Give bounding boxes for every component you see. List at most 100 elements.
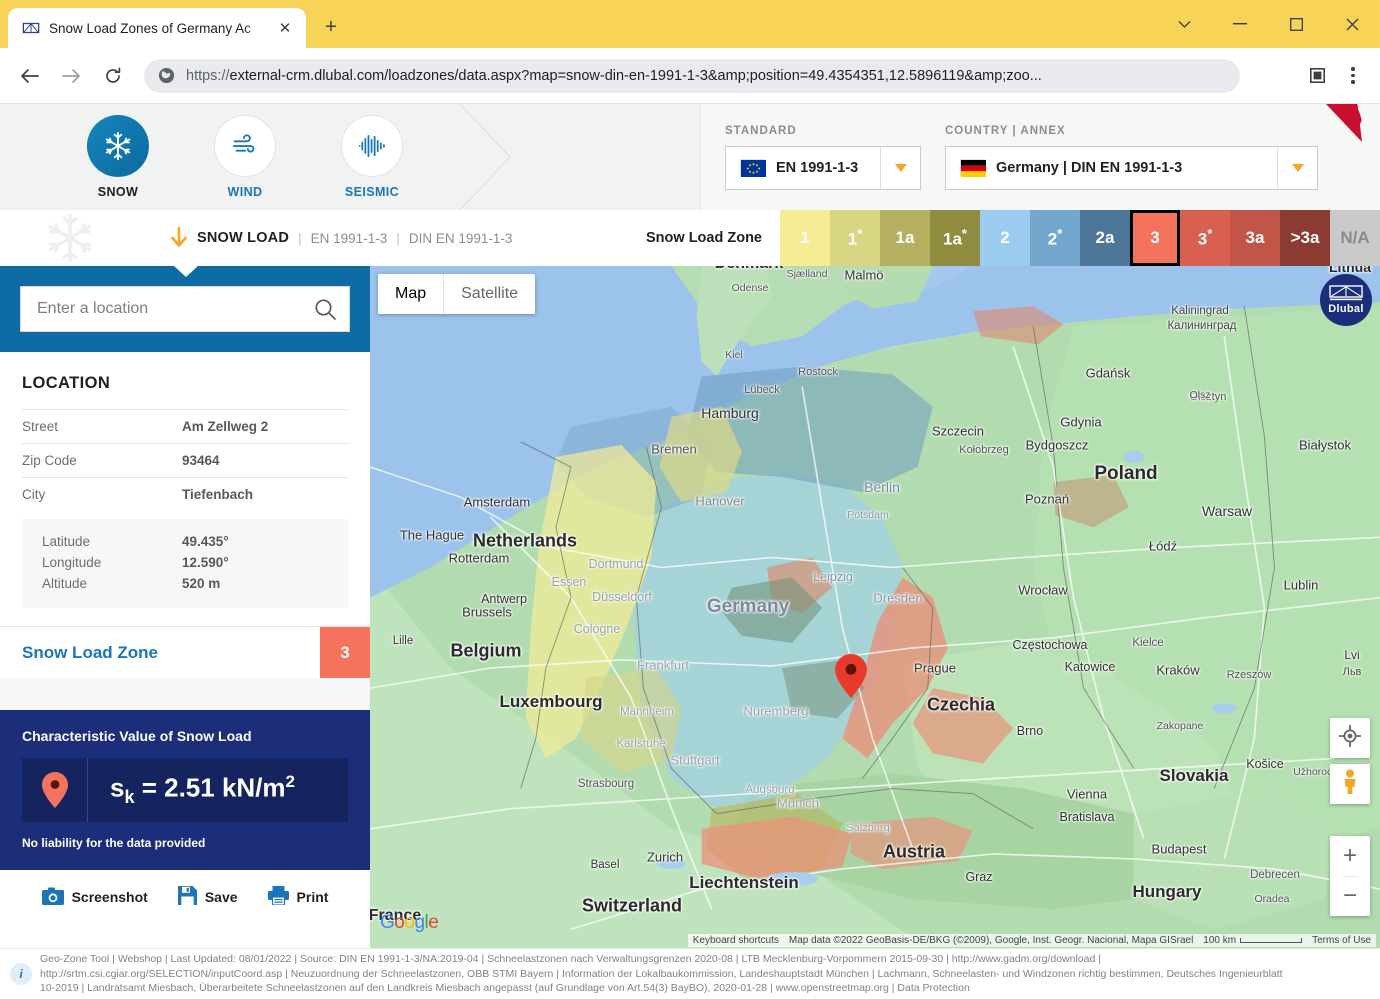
print-label: Print [297, 889, 329, 905]
formula-equals: = [134, 773, 164, 803]
zoom-in-button[interactable]: + [1343, 836, 1357, 876]
browser-tab[interactable]: Snow Load Zones of Germany Ac ✕ [8, 8, 306, 48]
footer-line-1: Geo-Zone Tool | Webshop | Last Updated: … [40, 952, 1283, 967]
browser-tab-title: Snow Load Zones of Germany Ac [49, 21, 274, 36]
chevron-down-icon[interactable] [880, 147, 920, 189]
mode-tab-seismic[interactable]: SEISMIC [336, 115, 408, 199]
save-button[interactable]: Save [178, 886, 238, 908]
characteristic-value-panel: Characteristic Value of Snow Load sk = 2… [0, 710, 370, 870]
location-row-key: Latitude [42, 534, 182, 549]
characteristic-formula: sk = 2.51 kN/m2 [88, 772, 295, 808]
legend-zone-1-star[interactable]: 1* [830, 210, 880, 266]
street-view-pegman-button[interactable] [1330, 764, 1370, 804]
new-tab-button[interactable]: + [318, 14, 344, 40]
location-row: CityTiefenbach [22, 477, 348, 511]
extensions-icon[interactable] [1302, 61, 1332, 91]
mode-tab-wind[interactable]: WIND [209, 115, 281, 199]
legend-title: Snow Load Zone [646, 230, 780, 246]
map-type-map-button[interactable]: Map [378, 274, 443, 314]
browser-toolbar: https://external-crm.dlubal.com/loadzone… [0, 48, 1380, 104]
legend-zone->3a[interactable]: >3a [1280, 210, 1330, 266]
mode-tabs: SNOW WIND SEISMIC [0, 104, 408, 210]
standard-label: STANDARD [725, 125, 921, 137]
search-panel [0, 266, 370, 352]
characteristic-value-box: sk = 2.51 kN/m2 [22, 758, 348, 822]
sidebar-actions: Screenshot Save [0, 870, 370, 924]
location-row: Zip Code93464 [22, 443, 348, 477]
chrome-menu-button[interactable] [1338, 61, 1368, 91]
search-input[interactable] [37, 300, 313, 318]
location-panel: LOCATION StreetAm Zellweg 2Zip Code93464… [0, 352, 370, 608]
legend-zone-3a[interactable]: 3a [1230, 210, 1280, 266]
scale-bar-line [1240, 938, 1302, 943]
legend-zone-2-star[interactable]: 2* [1030, 210, 1080, 266]
country-select[interactable]: Germany | DIN EN 1991-1-3 [945, 146, 1318, 190]
mode-tab-snow[interactable]: SNOW [82, 115, 154, 199]
globe-icon [158, 67, 175, 84]
legend-zone-2a[interactable]: 2a [1080, 210, 1130, 266]
map-location-pin[interactable] [835, 654, 867, 703]
mode-tab-wind-label: WIND [209, 185, 281, 199]
map-type-control: Map Satellite [378, 274, 535, 314]
map-area[interactable]: NetherlandsBelgiumLuxembourgGermanyPolan… [370, 266, 1380, 948]
save-label: Save [205, 889, 238, 905]
legend-zone-1[interactable]: 1 [780, 210, 830, 266]
legend-zone-1a[interactable]: 1a [880, 210, 930, 266]
maximize-window-button[interactable] [1268, 0, 1324, 48]
legend-bar: SNOW LOAD | EN 1991-1-3 | DIN EN 1991-1-… [0, 210, 1380, 266]
back-button[interactable] [12, 59, 46, 93]
liability-note: No liability for the data provided [22, 836, 348, 850]
app-header: SNOW WIND SEISMIC [0, 104, 1380, 210]
keyboard-shortcuts-link[interactable]: Keyboard shortcuts [688, 934, 784, 947]
legend-zone-3-star[interactable]: 3* [1180, 210, 1230, 266]
terms-of-use-link[interactable]: Terms of Use [1307, 934, 1376, 947]
formula-value: 2.51 [164, 773, 215, 803]
my-location-icon [1339, 725, 1361, 752]
location-search-box[interactable] [20, 286, 350, 332]
snow-load-zone-result: Snow Load Zone 3 [0, 626, 370, 678]
my-location-button[interactable] [1330, 718, 1370, 758]
footer: i Geo-Zone Tool | Webshop | Last Updated… [0, 948, 1380, 999]
screenshot-button[interactable]: Screenshot [42, 887, 148, 908]
forward-button[interactable] [54, 59, 88, 93]
legend-zone-N-A[interactable]: N/A [1330, 210, 1380, 266]
location-heading: LOCATION [22, 374, 348, 393]
close-window-button[interactable] [1324, 0, 1380, 48]
address-bar[interactable]: https://external-crm.dlubal.com/loadzone… [144, 59, 1240, 93]
mode-tab-snow-label: SNOW [82, 185, 154, 199]
dlubal-logo-text: Dlubal [1328, 303, 1363, 315]
legend-zone-1a-star[interactable]: 1a* [930, 210, 980, 266]
location-row-value: 49.435° [182, 534, 229, 549]
dlubal-logo-badge[interactable]: Dlubal [1320, 274, 1372, 326]
print-button[interactable]: Print [268, 886, 329, 908]
country-field: COUNTRY | ANNEX Germany | DIN EN 1991-1-… [945, 125, 1318, 190]
reload-button[interactable] [96, 59, 130, 93]
chevron-down-icon[interactable] [1277, 147, 1317, 189]
snowflake-icon [87, 115, 149, 177]
breadcrumb-annex: DIN EN 1991-1-3 [409, 231, 513, 246]
map-pin-icon [22, 758, 88, 822]
legend-zone-cells: 11*1a1a*22*2a33*3a>3aN/A [780, 210, 1380, 266]
country-select-value: Germany | DIN EN 1991-1-3 [996, 160, 1277, 176]
search-icon[interactable] [313, 297, 337, 321]
zoom-out-button[interactable]: − [1343, 876, 1357, 917]
standard-select[interactable]: EN 1991-1-3 [725, 146, 921, 190]
legend-zone-2[interactable]: 2 [980, 210, 1030, 266]
tab-search-icon[interactable] [1156, 0, 1212, 48]
breadcrumb-standard: EN 1991-1-3 [311, 231, 388, 246]
standard-select-value: EN 1991-1-3 [776, 160, 880, 176]
map-scale-label: 100 km [1203, 935, 1236, 946]
info-icon: i [10, 963, 32, 985]
breadcrumb-sep-2: | [396, 230, 400, 246]
minimize-window-button[interactable] [1212, 0, 1268, 48]
formula-unit-exponent: 2 [286, 772, 295, 791]
location-row: Altitude520 m [42, 573, 348, 594]
close-tab-icon[interactable]: ✕ [274, 17, 296, 39]
map-scale-bar: 100 km [1198, 934, 1307, 947]
map-canvas[interactable] [370, 266, 1380, 948]
location-row: Longitude12.590° [42, 552, 348, 573]
location-row-value: 520 m [182, 576, 220, 591]
legend-zone-3[interactable]: 3 [1130, 210, 1180, 266]
map-type-satellite-button[interactable]: Satellite [443, 274, 535, 314]
street-view-pegman-icon [1339, 769, 1361, 800]
